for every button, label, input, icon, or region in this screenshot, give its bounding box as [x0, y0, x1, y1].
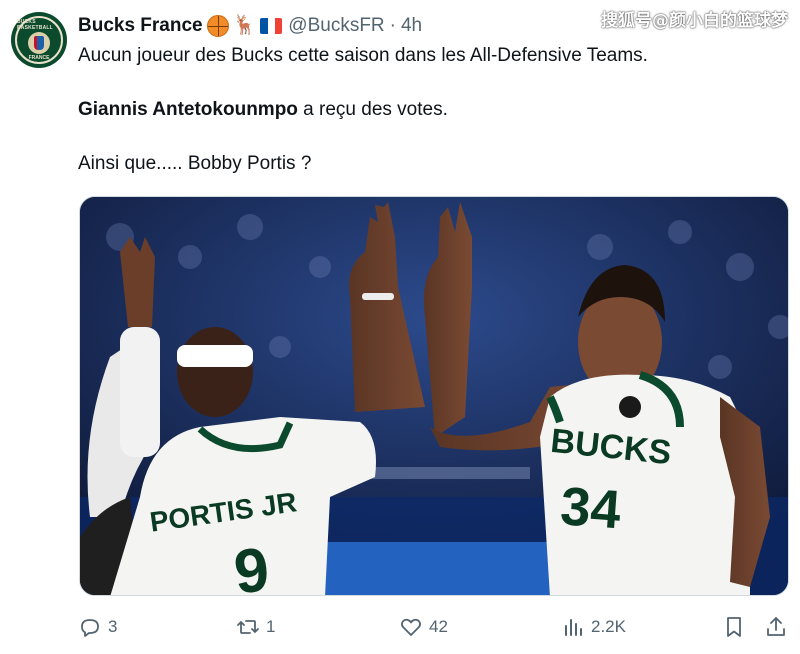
mention-giannis: Giannis Antetokounmpo — [78, 99, 298, 120]
watermark: 搜狐号@颜小白的篮球梦 — [601, 11, 788, 31]
views-chart-icon — [565, 619, 582, 636]
views-button[interactable]: 2.2K — [561, 610, 626, 644]
bookmark-button[interactable] — [722, 610, 746, 644]
bookmark-icon — [727, 617, 741, 637]
retweet-icon — [237, 620, 259, 634]
reply-button[interactable]: 3 — [78, 610, 117, 644]
like-count: 42 — [429, 617, 448, 636]
author-name[interactable]: Bucks France — [78, 15, 203, 37]
trophy-icon — [28, 32, 50, 54]
avatar-top-text: BUCKS BASKETBALL — [17, 19, 53, 31]
retweet-count: 1 — [266, 617, 276, 636]
author-handle[interactable]: @BucksFR — [288, 15, 384, 37]
heart-icon — [401, 618, 421, 636]
france-flag-icon — [260, 18, 283, 34]
bucks-basketball-france-logo-icon: BUCKS BASKETBALL FRANCE — [15, 16, 63, 64]
avatar-bottom-text: FRANCE — [28, 55, 50, 61]
tweet-actions: 3 1 42 2.2K — [0, 610, 800, 644]
tweet-text-line-2: Giannis Antetokounmpo a reçu des votes. — [78, 99, 448, 121]
tweet-text-line-3: Ainsi que..... Bobby Portis ? — [78, 153, 312, 174]
like-button[interactable]: 42 — [399, 610, 448, 644]
basketball-icon — [206, 15, 229, 37]
tweet-text-line-1: Aucun joueur des Bucks cette saison dans… — [78, 45, 648, 66]
views-count: 2.2K — [591, 617, 626, 636]
reply-count: 3 — [108, 617, 118, 636]
timestamp[interactable]: 4h — [401, 15, 422, 37]
tweet-header: Bucks France 🦌 @BucksFR · 4h — [78, 12, 422, 40]
jersey-number-right: 34 — [559, 476, 623, 540]
tweet-card[interactable]: BUCKS BASKETBALL FRANCE Bucks France 🦌 @… — [0, 0, 800, 654]
deer-icon: 🦌 — [232, 15, 257, 36]
share-icon — [767, 617, 785, 636]
photo-illustration: PORTIS JR 9 BUCKS 34 — [80, 197, 788, 595]
tweet-photo[interactable]: PORTIS JR 9 BUCKS 34 — [79, 196, 789, 596]
reply-icon — [81, 619, 99, 637]
retweet-button[interactable]: 1 — [236, 610, 275, 644]
share-button[interactable] — [764, 610, 788, 644]
tweet-text-line-2-rest: a reçu des votes. — [297, 99, 448, 120]
avatar[interactable]: BUCKS BASKETBALL FRANCE — [11, 12, 67, 68]
separator-dot: · — [389, 15, 396, 36]
